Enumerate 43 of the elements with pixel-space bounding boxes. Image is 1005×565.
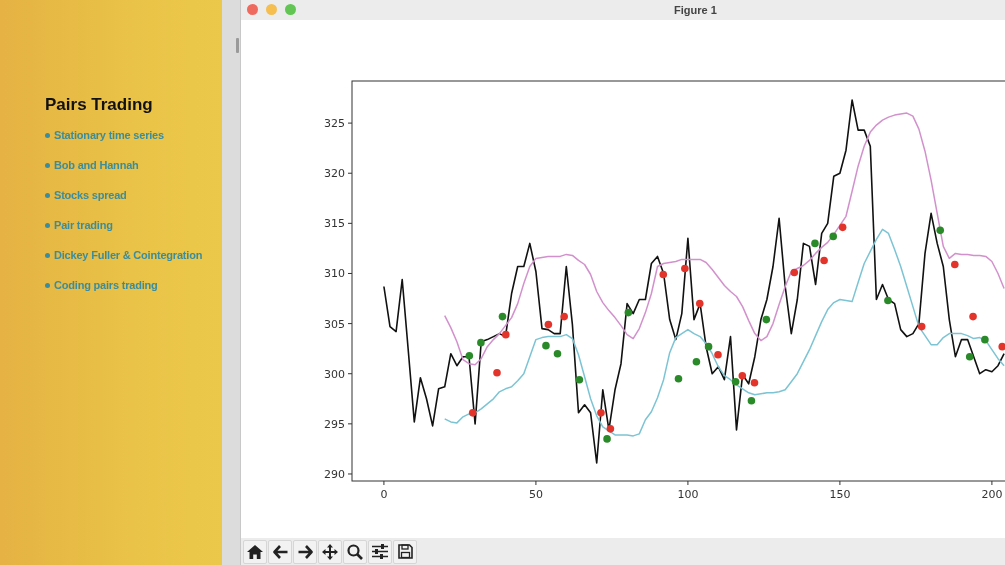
bullet-icon [45,162,50,168]
pan-icon [322,543,338,560]
forward-icon [297,544,313,559]
resize-handle[interactable] [236,38,239,53]
tick-label: 315 [324,217,345,231]
bullet-icon [45,192,50,198]
zoom-button[interactable] [343,539,367,564]
tick-label: 290 [324,468,345,481]
home-button[interactable] [243,539,267,564]
home-icon [247,544,263,559]
bullet-text: Stationary time series [54,129,164,141]
tick-label: 0 [380,488,388,501]
save-button[interactable] [393,539,417,564]
tick-label: 310 [324,267,345,281]
tick-label: 320 [324,167,345,181]
tick-label: 295 [324,417,345,431]
tick-label: 200 [981,488,1003,501]
bullet-icon [45,222,50,228]
tick-label: 50 [528,488,543,501]
window-title: Figure 1 [674,4,717,16]
bullet-text: Stocks spread [54,189,127,201]
slide-title: Pairs Trading [45,95,154,115]
bullet-icon [45,132,50,138]
close-button[interactable] [247,4,258,15]
bullet-text: Coding pairs trading [54,279,158,291]
bullet-text: Bob and Hannah [54,159,139,171]
pan-button[interactable] [318,539,342,564]
sliders-icon [372,544,388,559]
tick-label: 325 [324,117,345,131]
configure-button[interactable] [368,539,392,564]
bullet-text: Pair trading [54,219,113,231]
save-icon [397,544,413,559]
back-button[interactable] [268,539,292,564]
tick-label: 150 [829,488,851,501]
forward-button[interactable] [293,539,317,564]
bullet-icon [45,252,50,258]
bullet-icon [45,282,50,288]
back-icon [272,544,288,559]
tick-label: 305 [324,317,345,331]
tick-label: 300 [324,367,345,381]
zoom-icon [347,543,363,560]
tick-label: 100 [677,488,699,501]
bullet-text: Dickey Fuller & Cointegration [54,249,203,261]
